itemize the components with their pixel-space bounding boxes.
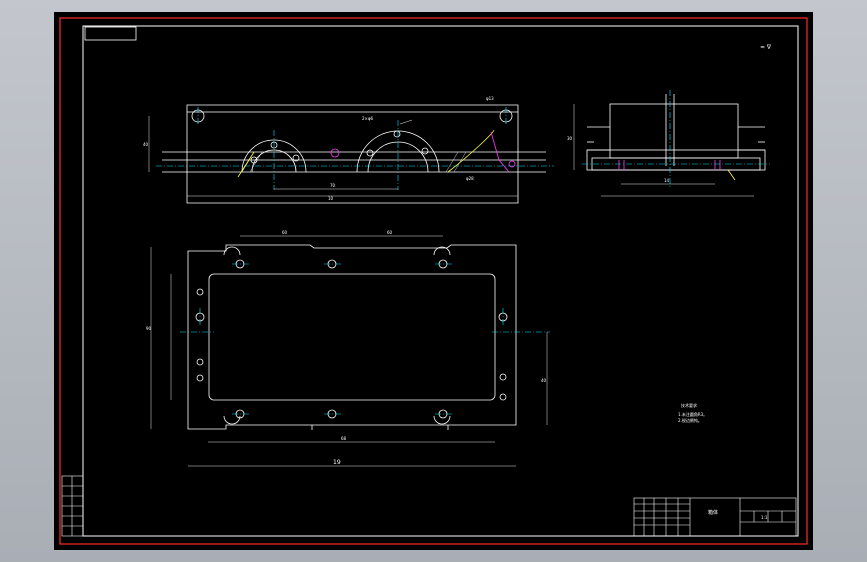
front-view [162, 104, 546, 204]
title-block [633, 497, 797, 537]
plan-view-dimensions [150, 235, 548, 467]
plan-dim-pitch-right: 60 [387, 230, 393, 235]
front-dim-height: 40 [143, 142, 149, 147]
callout-bore-large: φ28 [466, 176, 474, 181]
callout-bore-small: φ13 [486, 96, 494, 101]
plan-dim-pitch-left: 60 [282, 230, 288, 235]
plan-dim-inner: 68 [341, 436, 347, 441]
tech-heading: 技术要求 [681, 402, 697, 408]
plan-view-centerlines [180, 263, 550, 415]
cad-drawing: ≈ ∇ 2×φ6 φ13 φ28 40 70 10 30 14 60 60 90… [59, 17, 808, 545]
front-dim-centers: 70 [330, 183, 336, 188]
plan-dim-offset: 40 [541, 378, 547, 383]
plan-dim-depth: 90 [146, 326, 152, 331]
outer-frame [59, 17, 808, 545]
tech-line-1: 1.未注圆角R3。 [678, 411, 707, 417]
front-dim-length: 10 [328, 196, 334, 201]
drawing-sheet: ≈ ∇ 2×φ6 φ13 φ28 40 70 10 30 14 60 60 90… [54, 12, 813, 550]
callout-bolt-holes: 2×φ6 [362, 116, 374, 121]
title-block-scale: 1:1 [761, 515, 768, 520]
revision-block [61, 475, 84, 537]
side-dim-width: 14 [664, 178, 670, 183]
front-view-centerlines [156, 107, 554, 190]
plan-view [187, 244, 517, 430]
tech-line-2: 2.锐边倒钝。 [678, 417, 702, 423]
plan-dim-overall: 19 [333, 459, 341, 466]
side-dim-height: 30 [567, 136, 573, 141]
roughness-symbol: ≈ ∇ [760, 44, 772, 51]
side-view [586, 94, 766, 171]
inner-frame [82, 25, 799, 537]
corner-label-box [84, 26, 137, 41]
title-block-name: 箱体 [708, 509, 718, 516]
